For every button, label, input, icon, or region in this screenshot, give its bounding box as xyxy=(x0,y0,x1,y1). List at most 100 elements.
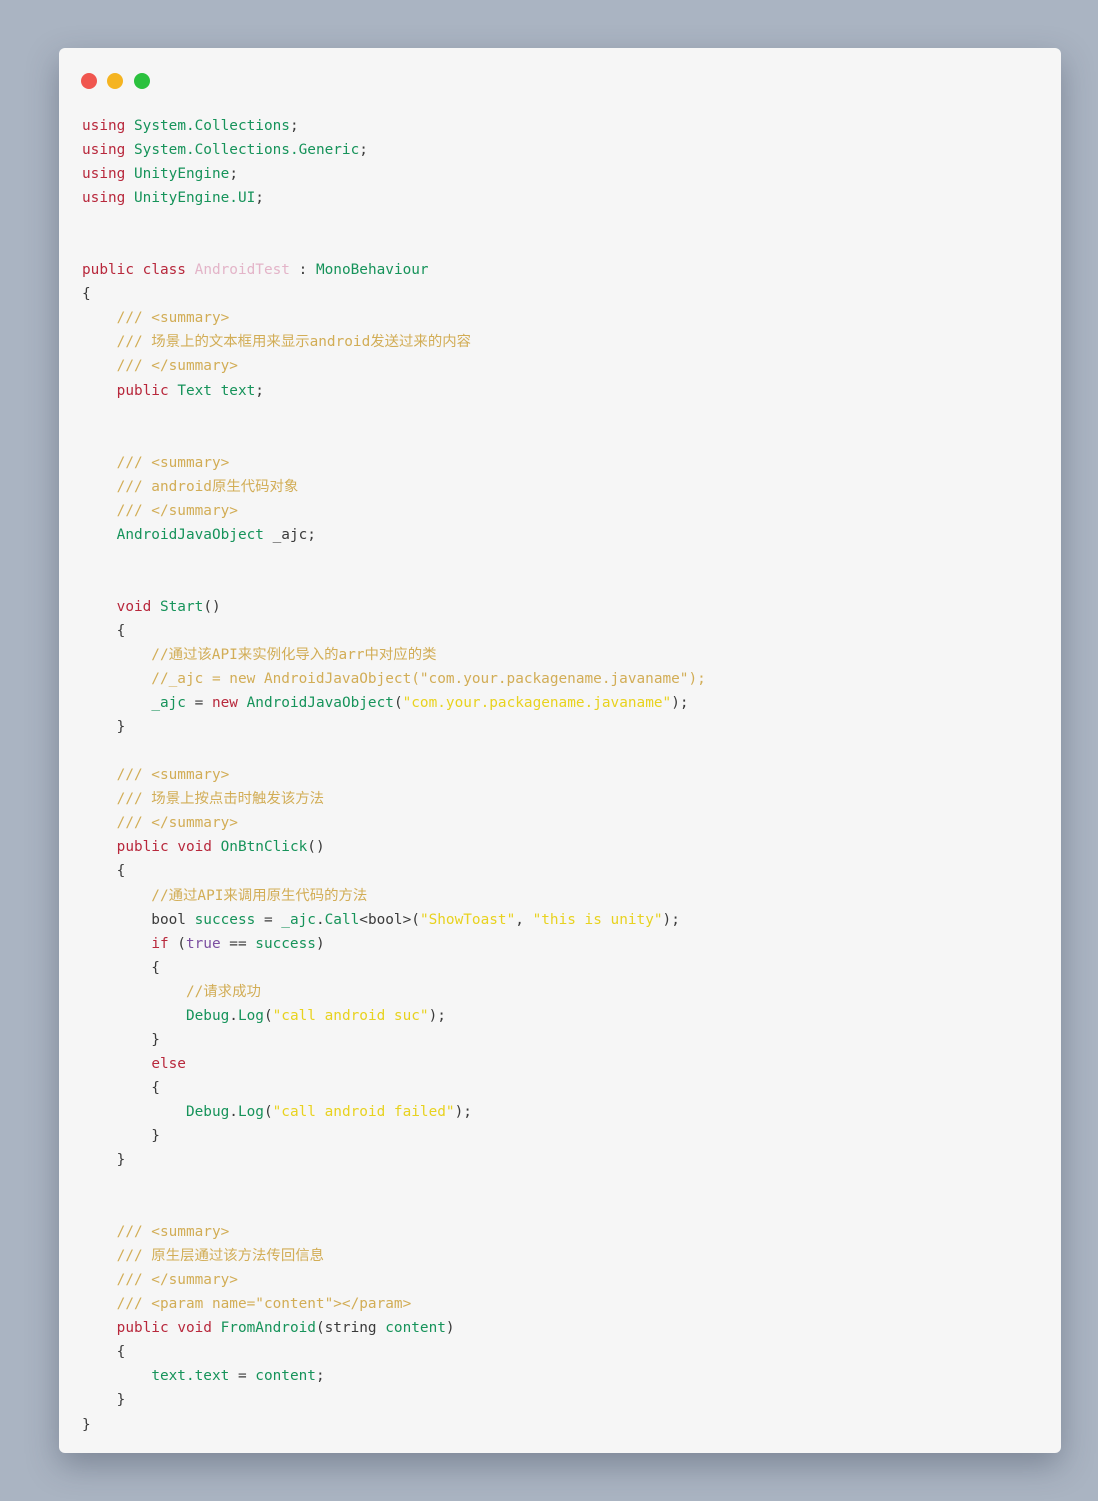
code-line: else xyxy=(82,1052,706,1076)
code-token: using xyxy=(82,190,126,207)
code-token: /// </summary> xyxy=(82,1272,238,1289)
code-token: text.text xyxy=(151,1368,230,1385)
code-token: //请求成功 xyxy=(82,983,261,1000)
code-line: public Text text; xyxy=(82,379,706,403)
code-line: /// </summary> xyxy=(82,1268,706,1292)
code-token: { xyxy=(82,1344,126,1361)
code-token: /// </summary> xyxy=(82,358,238,375)
code-token: /// 原生层通过该方法传回信息 xyxy=(82,1248,324,1265)
code-token: . xyxy=(229,1103,238,1120)
code-token: ) xyxy=(445,1320,455,1337)
code-token: = xyxy=(255,911,282,928)
code-token: /// 场景上按点击时触发该方法 xyxy=(82,791,324,808)
code-token: /// android原生代码对象 xyxy=(82,478,299,495)
code-token: , xyxy=(515,911,533,928)
code-line: /// <param name="content"></param> xyxy=(82,1292,706,1316)
code-token: /// <param name="content"></param> xyxy=(82,1296,412,1313)
code-token: MonoBehaviour xyxy=(315,262,429,279)
code-line: { xyxy=(82,1076,706,1100)
code-token: ; xyxy=(289,118,299,134)
code-token: } xyxy=(82,719,126,736)
code-token: { xyxy=(82,863,126,880)
code-line: /// </summary> xyxy=(82,499,706,523)
code-token: ( xyxy=(263,1007,273,1024)
code-line: void Start() xyxy=(82,595,706,619)
code-token: System.Collections xyxy=(134,118,290,134)
code-token: true xyxy=(185,935,221,952)
code-token: //通过API来调用原生代码的方法 xyxy=(82,887,368,904)
code-token: { xyxy=(82,286,91,303)
code-token: /// <summary> xyxy=(82,454,230,471)
code-line: Debug.Log("call android suc"); xyxy=(82,1004,706,1028)
code-token: "this is unity" xyxy=(532,911,663,928)
code-token: { xyxy=(82,959,160,976)
code-block: using System.Collections; using System.Co… xyxy=(82,114,706,1437)
code-line: text.text = content; xyxy=(82,1364,706,1388)
code-line: //通过API来调用原生代码的方法 xyxy=(82,884,706,908)
code-token: _ajc xyxy=(151,695,186,712)
code-line: /// <summary> xyxy=(82,763,706,787)
code-token: /// 场景上的文本框用来显示android发送过来的内容 xyxy=(82,334,471,351)
code-token: success xyxy=(255,935,316,952)
code-token: /// </summary> xyxy=(82,502,238,519)
code-token: using xyxy=(82,142,126,159)
code-token: "call android suc" xyxy=(272,1007,429,1024)
minimize-button[interactable] xyxy=(107,73,123,89)
code-token: UnityEngine.UI xyxy=(134,190,256,207)
code-token: { xyxy=(82,1079,160,1096)
code-line: /// 场景上的文本框用来显示android发送过来的内容 xyxy=(82,330,706,354)
code-token: } xyxy=(82,1392,126,1409)
code-token: <bool>( xyxy=(359,911,420,928)
code-token: ); xyxy=(662,911,680,928)
code-token: ); xyxy=(454,1103,472,1120)
code-token: AndroidTest xyxy=(194,262,290,279)
code-line: public void FromAndroid(string content) xyxy=(82,1316,706,1340)
code-token: /// </summary> xyxy=(82,815,238,832)
code-line: { xyxy=(82,956,706,980)
code-token: System.Collections.Generic xyxy=(134,142,360,159)
code-token: class xyxy=(142,262,186,279)
code-line: //_ajc = new AndroidJavaObject("com.your… xyxy=(82,667,706,691)
code-token: Call xyxy=(324,911,360,928)
maximize-button[interactable] xyxy=(134,73,150,89)
code-token: Debug xyxy=(185,1103,230,1120)
code-token: = xyxy=(229,1368,256,1385)
code-token: _ajc; xyxy=(263,526,316,543)
code-token: text xyxy=(220,382,256,399)
code-line: } xyxy=(82,1413,706,1437)
code-token: == xyxy=(220,935,256,952)
close-button[interactable] xyxy=(81,73,97,89)
code-token: content xyxy=(255,1368,316,1385)
code-token: } xyxy=(82,1416,91,1433)
code-token: ( xyxy=(393,695,403,712)
code-token: { xyxy=(82,622,126,639)
code-token: bool xyxy=(82,911,195,928)
code-line: /// </summary> xyxy=(82,811,706,835)
code-token: else xyxy=(151,1055,186,1072)
code-token: ); xyxy=(671,695,689,712)
code-token: /// <summary> xyxy=(82,1224,230,1241)
code-token: AndroidJavaObject xyxy=(246,695,394,712)
code-token: } xyxy=(82,1127,160,1144)
code-line: /// <summary> xyxy=(82,306,706,330)
